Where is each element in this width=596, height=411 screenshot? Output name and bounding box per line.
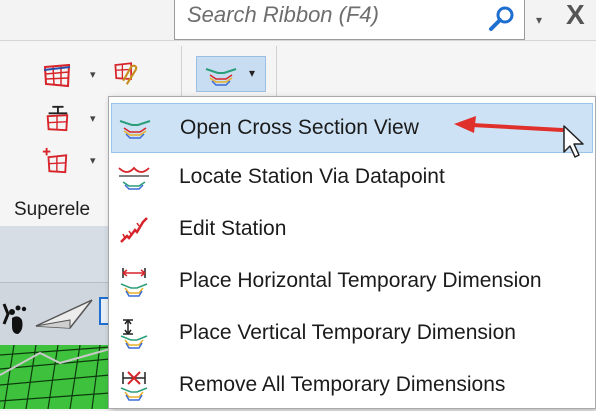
ribbon-dropdown-caret[interactable]: ▾ [90, 68, 96, 81]
menu-item-label: Remove All Temporary Dimensions [179, 373, 506, 396]
menu-item-label: Place Vertical Temporary Dimension [179, 321, 516, 344]
menu-item-place-horizontal-dimension[interactable]: Place Horizontal Temporary Dimension [111, 257, 593, 307]
annotation-arrow [454, 116, 564, 133]
search-ribbon-box[interactable]: Search Ribbon (F4) [174, 0, 525, 40]
horizontal-dimension-icon [120, 268, 148, 297]
cross-section-dropdown-menu: Open Cross Section View Locate Station V… [108, 96, 596, 409]
ribbon-group-label: Superele [14, 199, 91, 220]
menu-item-remove-dimensions[interactable]: Remove All Temporary Dimensions [111, 361, 593, 411]
cross-section-split-button[interactable]: ▾ [196, 56, 266, 92]
ribbon-dropdown-caret[interactable]: ▾ [90, 112, 96, 125]
superelevation-grid-icon[interactable] [42, 62, 72, 90]
menu-item-label: Locate Station Via Datapoint [179, 165, 445, 188]
edit-station-icon [120, 217, 148, 243]
viewport-tool-icons [2, 297, 110, 334]
superelevation-scale-icon[interactable] [42, 104, 72, 132]
superelevation-attach-icon[interactable] [110, 58, 140, 86]
search-dropdown-caret[interactable]: ▾ [536, 13, 542, 27]
locate-station-icon [118, 166, 150, 190]
footprint-icon [12, 316, 23, 334]
remove-dimensions-icon [120, 371, 148, 401]
menu-item-label: Place Horizontal Temporary Dimension [179, 269, 542, 292]
menu-item-label: Open Cross Section View [180, 116, 419, 139]
add-superelevation-icon[interactable] [40, 146, 70, 174]
viewport-toolbar-strip [0, 226, 110, 283]
menu-item-locate-station[interactable]: Locate Station Via Datapoint [111, 153, 593, 203]
search-icon[interactable] [486, 4, 516, 34]
search-ribbon-input[interactable]: Search Ribbon (F4) [187, 2, 379, 28]
cross-section-view-icon [119, 120, 151, 139]
terrain-mesh [0, 345, 110, 409]
menu-item-place-vertical-dimension[interactable]: Place Vertical Temporary Dimension [111, 309, 593, 359]
vertical-dimension-icon [120, 319, 148, 349]
close-icon[interactable]: X [566, 0, 585, 30]
terrain-render [0, 345, 110, 409]
split-button-caret[interactable]: ▾ [249, 66, 255, 80]
cross-section-view-icon [205, 68, 237, 86]
menu-item-edit-station[interactable]: Edit Station [111, 205, 593, 255]
ribbon-dropdown-caret[interactable]: ▾ [90, 154, 96, 167]
menu-item-label: Edit Station [179, 217, 287, 240]
mouse-cursor-icon [563, 125, 584, 158]
